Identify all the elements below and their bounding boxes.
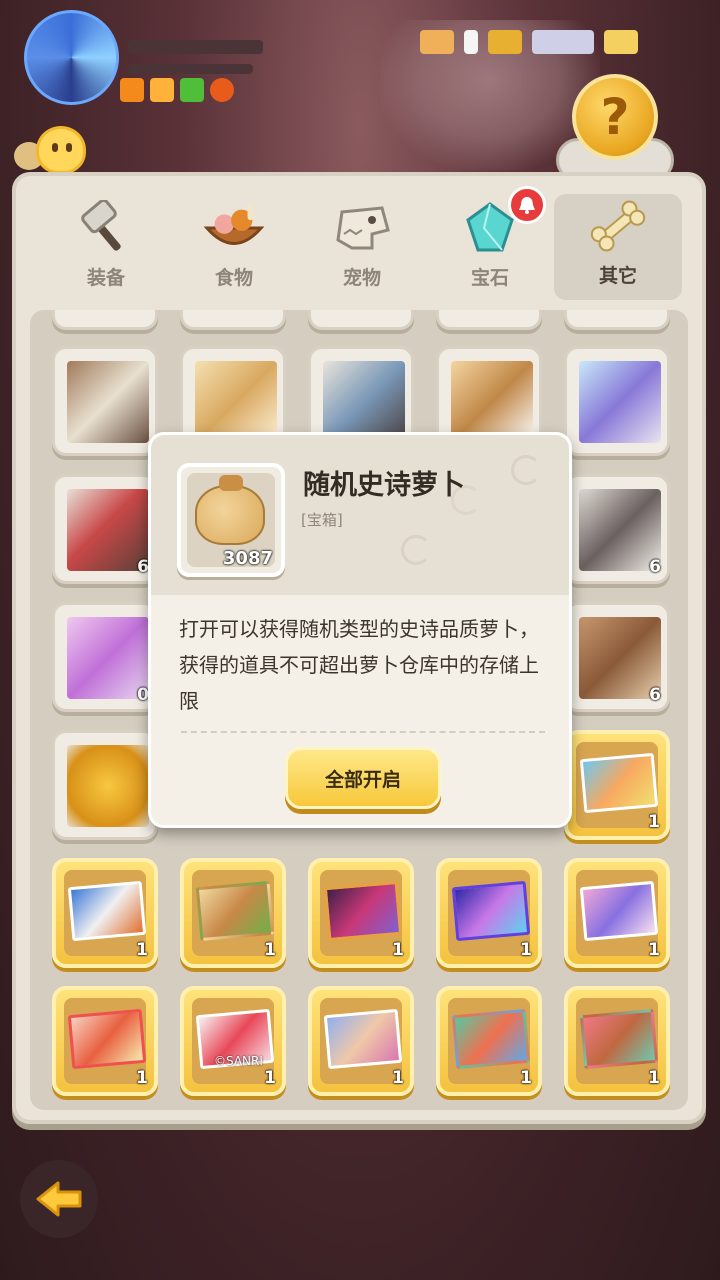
- chip: [150, 78, 174, 102]
- redacted-item-icon: [451, 361, 533, 443]
- inventory-slot[interactable]: [564, 310, 670, 330]
- tab-label: 宝石: [470, 267, 509, 289]
- tab-label: 其它: [598, 265, 637, 287]
- tab-other[interactable]: 其它: [554, 194, 682, 300]
- item-type: [宝箱]: [301, 511, 343, 529]
- category-tabs: 装备 食物 宠物 宝石 其它: [42, 186, 682, 302]
- inventory-slot[interactable]: [564, 346, 670, 456]
- hammer-icon: [75, 199, 137, 257]
- item-count: 1: [264, 940, 276, 960]
- inventory-slot[interactable]: 1: [564, 858, 670, 968]
- photo-card-icon: [67, 880, 147, 942]
- item-count: 1: [520, 940, 532, 960]
- diorama-card-icon: [195, 880, 275, 942]
- open-all-button[interactable]: 全部开启: [285, 747, 441, 809]
- popup-item-slot: 3087: [177, 463, 285, 577]
- inventory-slot[interactable]: 0: [52, 602, 158, 712]
- inventory-slot[interactable]: [308, 310, 414, 330]
- player-name-redacted: [128, 40, 263, 54]
- treasure-bag-icon: [195, 475, 265, 545]
- item-count: 1: [136, 1068, 148, 1088]
- diorama-card-icon: [579, 1008, 659, 1070]
- photo-card-icon: [323, 880, 403, 942]
- inventory-slot[interactable]: 1: [564, 986, 670, 1096]
- photo-card-icon: [579, 880, 659, 942]
- chip: [120, 78, 144, 102]
- copyright-text: ©SANRI: [214, 1054, 263, 1068]
- player-avatar[interactable]: [24, 10, 119, 105]
- tab-equipment[interactable]: 装备: [42, 192, 170, 302]
- currency-icon: [488, 30, 522, 54]
- tab-pet[interactable]: 宠物: [298, 192, 426, 302]
- item-count: 1: [520, 1068, 532, 1088]
- item-count: 1: [136, 940, 148, 960]
- food-bowl-icon: [203, 199, 265, 257]
- item-count: 1: [648, 940, 660, 960]
- tab-food[interactable]: 食物: [170, 192, 298, 302]
- tab-gem[interactable]: 宝石: [426, 186, 554, 302]
- dino-skull-icon: [331, 199, 393, 257]
- item-count: 6: [649, 557, 661, 577]
- help-question-button[interactable]: ?: [572, 74, 658, 160]
- currency-icon: [420, 30, 454, 54]
- bone-icon: [587, 197, 649, 255]
- redacted-item-icon: [195, 361, 277, 443]
- tab-label: 食物: [214, 267, 253, 289]
- notification-bell-icon: [508, 186, 546, 224]
- inventory-slot[interactable]: 6: [52, 474, 158, 584]
- item-count: 6: [649, 685, 661, 705]
- photo-card-icon: [579, 752, 659, 814]
- inventory-slot[interactable]: 1: [436, 858, 542, 968]
- currency-value: [464, 30, 478, 54]
- inventory-slot[interactable]: 1: [436, 986, 542, 1096]
- currency-value: [532, 30, 594, 54]
- swirl-decoration: [511, 455, 541, 485]
- inventory-slot[interactable]: [436, 310, 542, 330]
- coin-item-icon: [67, 745, 149, 827]
- divider: [181, 731, 545, 733]
- swirl-decoration: [401, 535, 431, 565]
- currency-bar: [420, 30, 638, 54]
- item-count: 1: [392, 1068, 404, 1088]
- player-level-chips: [120, 78, 234, 102]
- tab-label: 宠物: [342, 267, 381, 289]
- inventory-slot[interactable]: ©SANRI 1: [180, 986, 286, 1096]
- inventory-slot[interactable]: 1: [52, 986, 158, 1096]
- inventory-slot[interactable]: 1: [308, 986, 414, 1096]
- inventory-slot[interactable]: 1: [308, 858, 414, 968]
- back-arrow-icon: [36, 1181, 82, 1217]
- item-detail-popup: 3087 随机史诗萝卜 [宝箱] 打开可以获得随机类型的史诗品质萝卜，获得的道具…: [148, 432, 572, 828]
- chip: [180, 78, 204, 102]
- currency-add-button[interactable]: [604, 30, 638, 54]
- chat-face-icon: [36, 126, 86, 174]
- level-badge-icon: [210, 78, 234, 102]
- inventory-slot[interactable]: 6: [564, 602, 670, 712]
- item-count: 3087: [222, 548, 273, 569]
- item-description: 打开可以获得随机类型的史诗品质萝卜，获得的道具不可超出萝卜仓库中的存储上限: [179, 617, 539, 713]
- inventory-slot[interactable]: 1: [180, 858, 286, 968]
- inventory-slot[interactable]: [52, 310, 158, 330]
- photo-card-icon: [451, 880, 531, 942]
- item-count: 1: [648, 1068, 660, 1088]
- redacted-item-icon: [323, 361, 405, 443]
- inventory-slot[interactable]: 1: [564, 730, 670, 840]
- item-count: 1: [264, 1068, 276, 1088]
- back-button[interactable]: [20, 1160, 98, 1238]
- player-title-redacted: [128, 64, 253, 74]
- inventory-slot[interactable]: 6: [564, 474, 670, 584]
- redacted-item-icon: [579, 361, 661, 443]
- photo-card-icon: [323, 1008, 403, 1070]
- inventory-slot[interactable]: [52, 346, 158, 456]
- photo-card-icon: [67, 1008, 147, 1070]
- inventory-slot[interactable]: [52, 730, 158, 840]
- redacted-item-icon: [67, 361, 149, 443]
- diorama-card-icon: [451, 1008, 531, 1070]
- inventory-slot[interactable]: [180, 310, 286, 330]
- item-title: 随机史诗萝卜: [303, 470, 465, 501]
- inventory-slot[interactable]: 1: [52, 858, 158, 968]
- tab-label: 装备: [86, 267, 125, 289]
- item-count: 1: [392, 940, 404, 960]
- item-count: 1: [648, 812, 660, 832]
